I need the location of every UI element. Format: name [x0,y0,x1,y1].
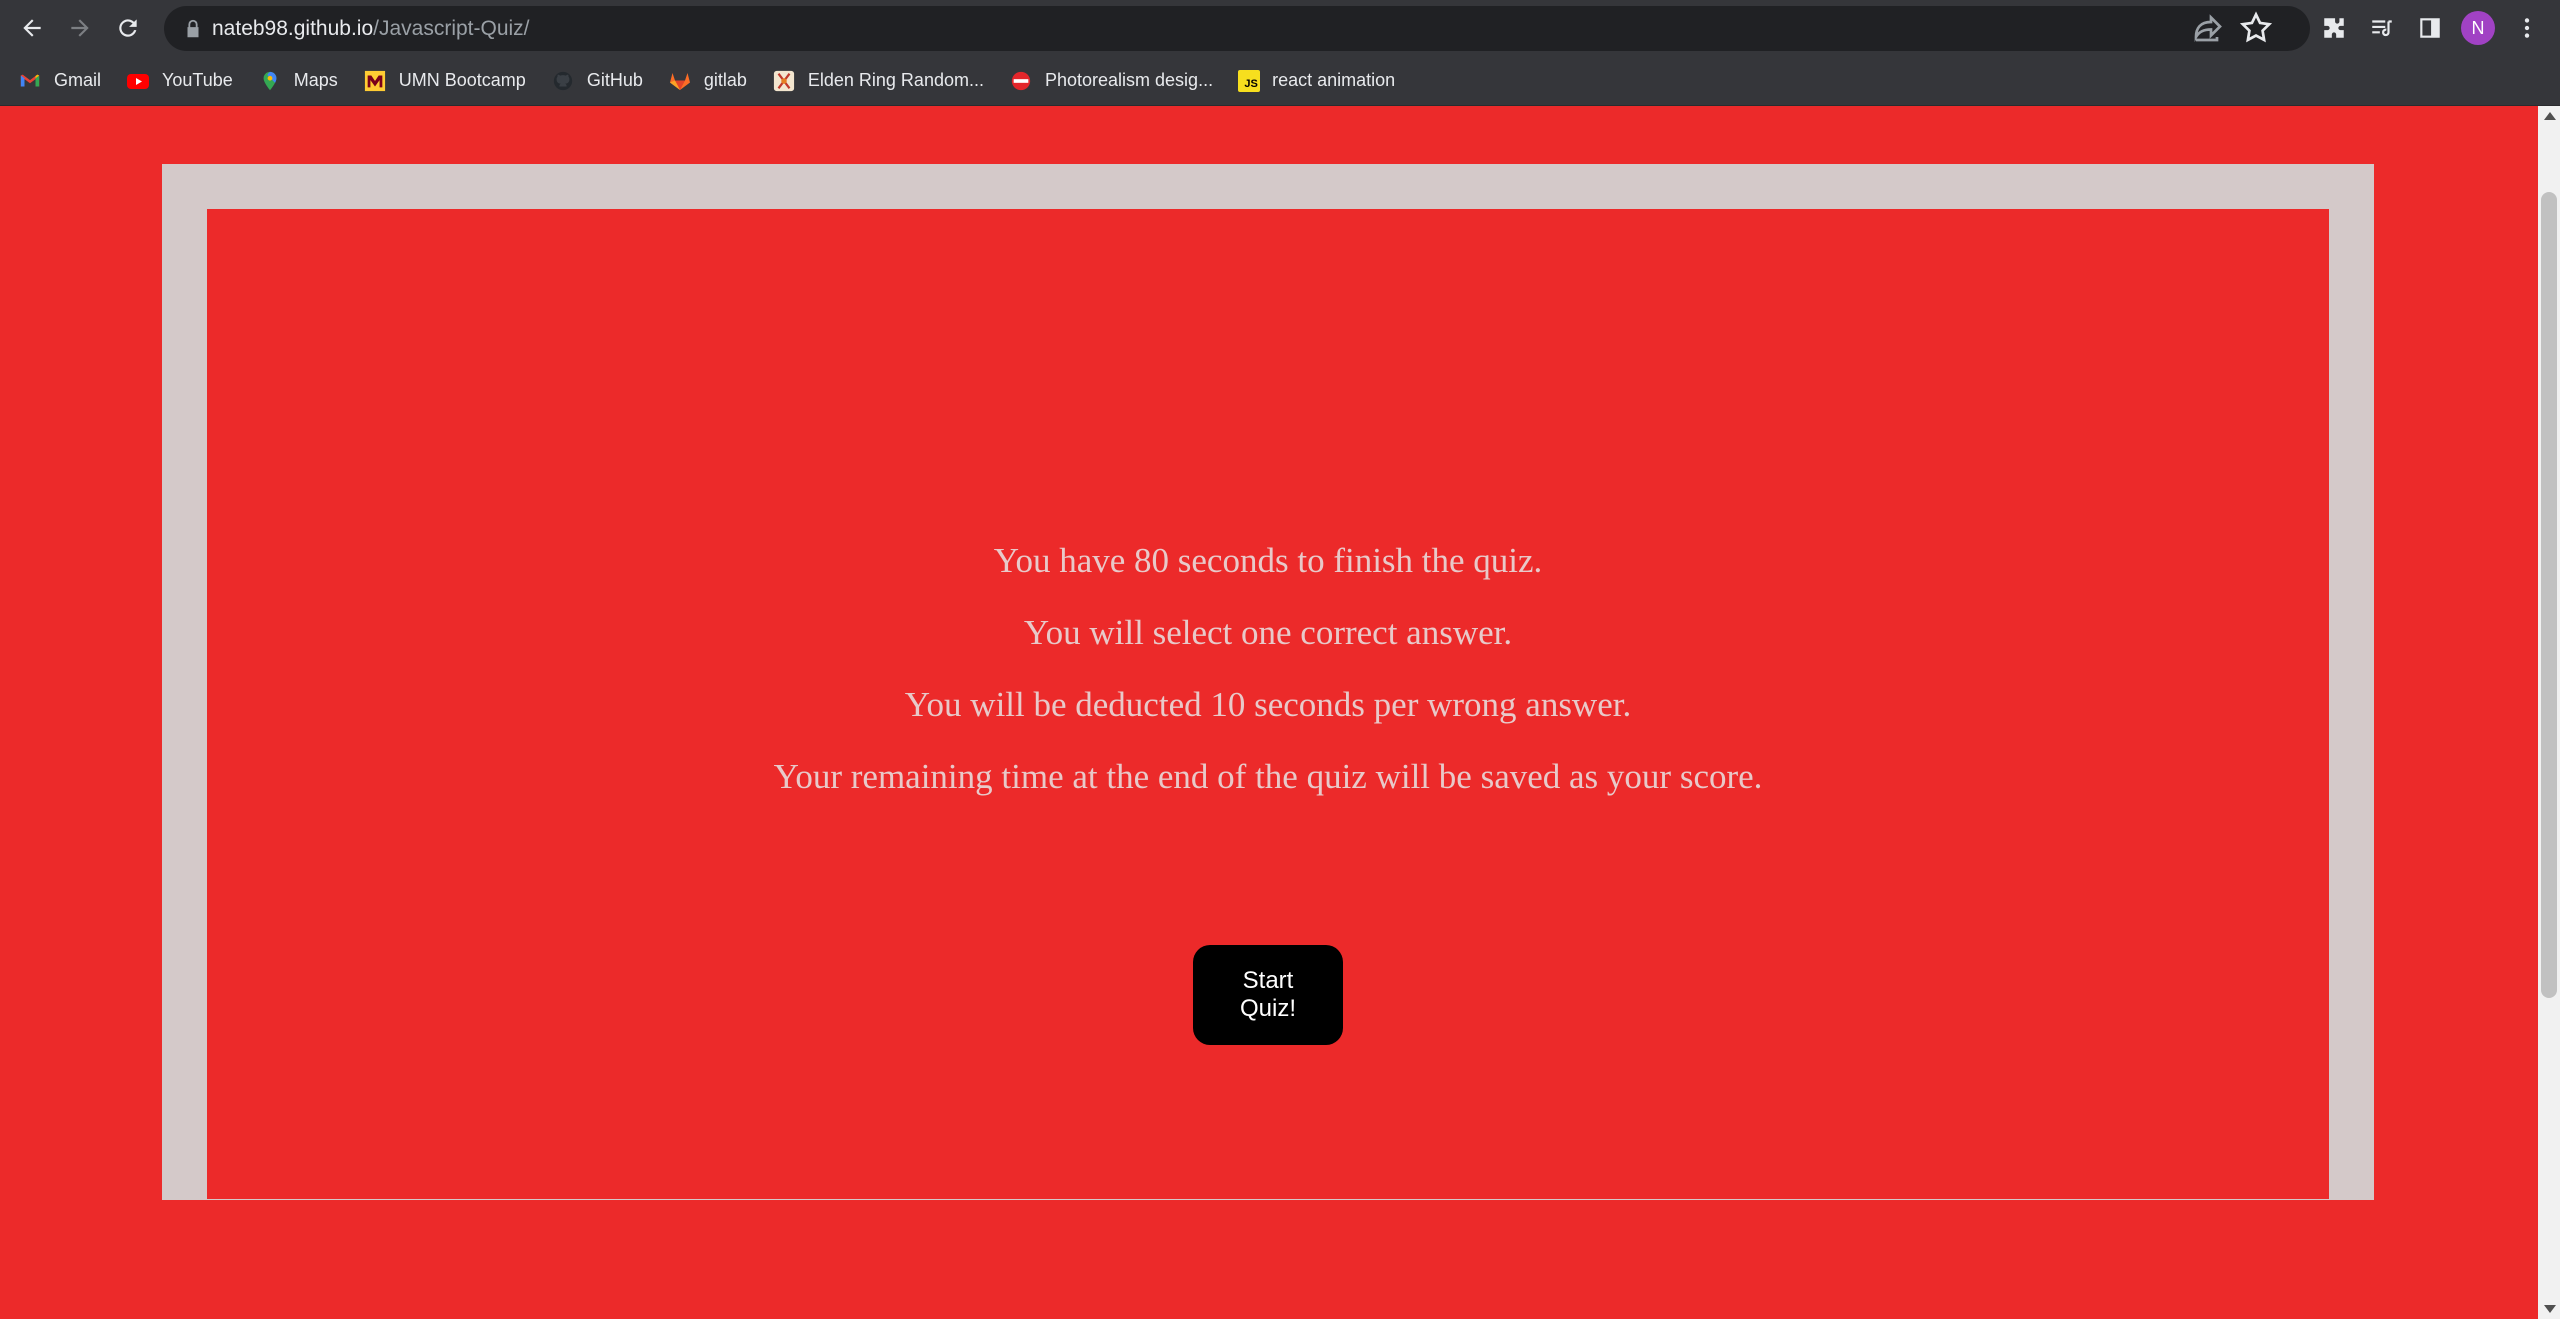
rule-time-limit: You have 80 seconds to finish the quiz. [993,541,1543,580]
js-icon: JS [1238,69,1261,92]
browser-toolbar: nateb98.github.io/Javascript-Quiz/ N [0,0,2560,56]
gitlab-icon [668,69,692,93]
reading-list-icon[interactable] [2364,10,2400,46]
bookmark-label: Maps [293,70,338,90]
github-icon [551,69,575,93]
bookmark-elden-ring[interactable]: Elden Ring Random... [772,63,984,99]
share-icon[interactable] [2190,10,2226,46]
rule-score: Your remaining time at the end of the qu… [773,757,1763,796]
quiz-card: You have 80 seconds to finish the quiz. … [207,209,2329,1199]
bookmark-label: react animation [1272,70,1396,90]
quiz-frame: You have 80 seconds to finish the quiz. … [162,164,2374,1200]
bookmark-github[interactable]: GitHub [551,63,643,99]
menu-icon[interactable] [2509,10,2545,46]
forward-icon[interactable] [62,10,98,46]
bookmark-youtube[interactable]: YouTube [126,63,233,99]
photorealism-icon [1009,69,1033,93]
gmail-icon [18,69,42,93]
url-host: nateb98.github.io [212,17,374,40]
js-badge-text: JS [1244,77,1258,90]
side-panel-icon[interactable] [2412,10,2448,46]
bookmarks-bar: Gmail YouTube Maps UMN Bootcamp GitHub g… [0,56,2560,106]
maps-icon [258,69,282,93]
bookmark-label: UMN Bootcamp [398,70,526,90]
bookmark-label: Photorealism desig... [1044,70,1214,90]
scroll-down-arrow-icon[interactable] [2544,1305,2556,1313]
bookmark-label: YouTube [162,70,233,90]
back-icon[interactable] [14,10,50,46]
lock-icon[interactable] [182,18,204,40]
bookmark-umn-bootcamp[interactable]: UMN Bootcamp [363,63,526,99]
extensions-icon[interactable] [2316,10,2352,46]
bookmark-photorealism[interactable]: Photorealism desig... [1009,63,1213,99]
youtube-icon [126,69,150,93]
profile-avatar[interactable]: N [2461,11,2495,45]
elden-ring-icon [772,69,796,93]
bookmark-label: gitlab [703,70,747,90]
rule-select-answer: You will select one correct answer. [1023,613,1513,652]
start-quiz-button[interactable]: Start Quiz! [1193,945,1343,1045]
bookmark-gmail[interactable]: Gmail [18,63,101,99]
url-path: /Javascript-Quiz/ [373,17,530,40]
bookmark-gitlab[interactable]: gitlab [668,63,747,99]
bookmark-label: GitHub [586,70,643,90]
page-viewport: You have 80 seconds to finish the quiz. … [0,106,2560,1319]
umn-icon [363,69,387,93]
bookmark-label: Elden Ring Random... [807,70,984,90]
rule-penalty: You will be deducted 10 seconds per wron… [904,685,1632,724]
page-scrollbar[interactable] [2538,106,2560,1319]
bookmark-react-animation[interactable]: JS react animation [1238,63,1395,99]
address-bar[interactable]: nateb98.github.io/Javascript-Quiz/ [164,6,2310,51]
bookmark-label: Gmail [54,70,102,90]
quiz-rules: You have 80 seconds to finish the quiz. … [207,525,2329,813]
bookmark-maps[interactable]: Maps [258,63,338,99]
scroll-thumb[interactable] [2541,192,2557,998]
reload-icon[interactable] [110,10,146,46]
url-text[interactable]: nateb98.github.io/Javascript-Quiz/ [212,16,530,41]
star-icon[interactable] [2238,10,2274,46]
scroll-up-arrow-icon[interactable] [2544,112,2556,120]
